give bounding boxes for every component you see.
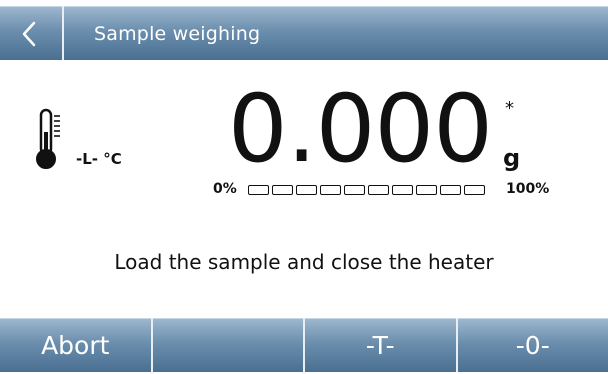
range-bar-segment	[392, 185, 413, 195]
temperature-readout: -L- °C	[76, 150, 122, 168]
empty-function-button[interactable]	[153, 318, 306, 372]
chevron-left-icon	[18, 20, 44, 48]
range-bar	[248, 185, 485, 195]
range-bar-segment	[296, 185, 317, 195]
title-bar: Sample weighing	[0, 6, 608, 60]
zero-button[interactable]: -0-	[458, 318, 608, 372]
status-message: Load the sample and close the heater	[0, 250, 608, 274]
range-bar-segment	[248, 185, 269, 195]
tare-button[interactable]: -T-	[305, 318, 458, 372]
page-title: Sample weighing	[94, 6, 260, 60]
abort-button[interactable]: Abort	[0, 318, 153, 372]
weight-unit: g	[503, 144, 520, 172]
range-bar-segment	[320, 185, 341, 195]
range-max-label: 100%	[506, 181, 549, 197]
weight-readout: 0.000	[228, 80, 492, 180]
footer-toolbar: Abort -T- -0-	[0, 318, 608, 372]
range-bar-segment	[368, 185, 389, 195]
range-bar-segment	[344, 185, 365, 195]
weighing-panel: -L- °C 0.000 * g 0% 100% Load the sample…	[0, 60, 608, 318]
range-bar-segment	[416, 185, 437, 195]
thermometer-icon	[36, 108, 66, 176]
range-bar-segment	[464, 185, 485, 195]
range-bar-segment	[440, 185, 461, 195]
range-min-label: 0%	[213, 181, 237, 197]
stability-indicator: *	[505, 98, 514, 119]
range-bar-segment	[272, 185, 293, 195]
back-button[interactable]	[0, 6, 64, 60]
